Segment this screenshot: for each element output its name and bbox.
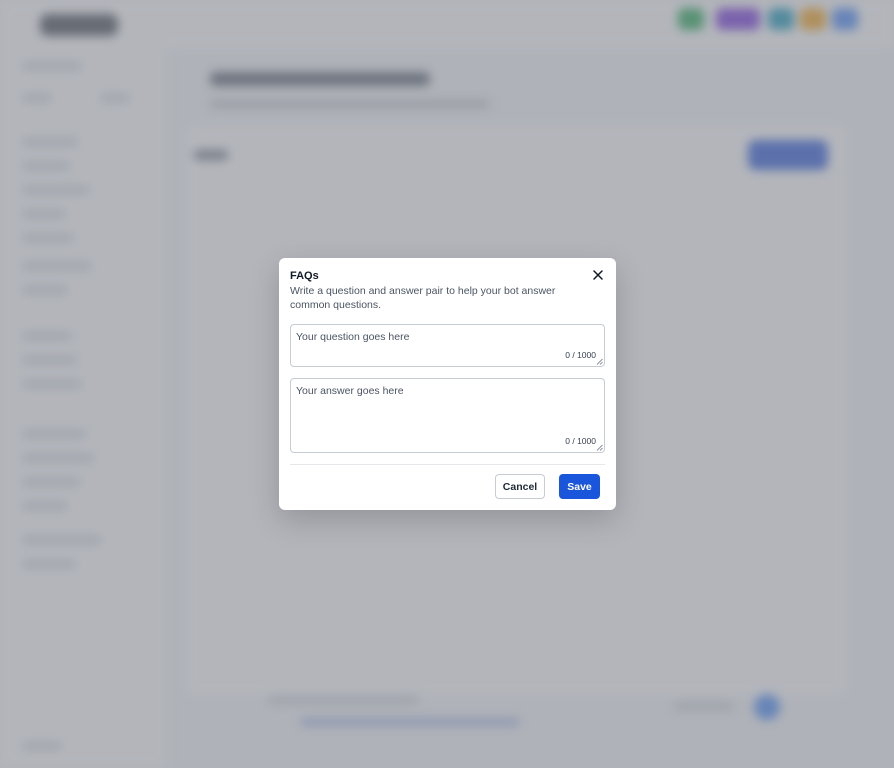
answer-field: 0 / 1000 <box>290 378 605 453</box>
close-icon <box>593 267 603 285</box>
modal-title: FAQs <box>290 270 319 282</box>
faq-modal: FAQs Write a question and answer pair to… <box>279 258 616 510</box>
answer-char-counter: 0 / 1000 <box>565 436 596 446</box>
close-button[interactable] <box>591 269 605 283</box>
modal-divider <box>290 464 605 465</box>
modal-description: Write a question and answer pair to help… <box>290 285 556 311</box>
save-button[interactable]: Save <box>559 474 600 499</box>
question-char-counter: 0 / 1000 <box>565 350 596 360</box>
question-field: 0 / 1000 <box>290 324 605 367</box>
modal-actions: Cancel Save <box>495 474 600 499</box>
cancel-button[interactable]: Cancel <box>495 474 545 499</box>
resize-handle-icon[interactable] <box>596 358 603 365</box>
question-input[interactable] <box>291 325 604 366</box>
answer-input[interactable] <box>291 379 604 452</box>
resize-handle-icon[interactable] <box>596 444 603 451</box>
